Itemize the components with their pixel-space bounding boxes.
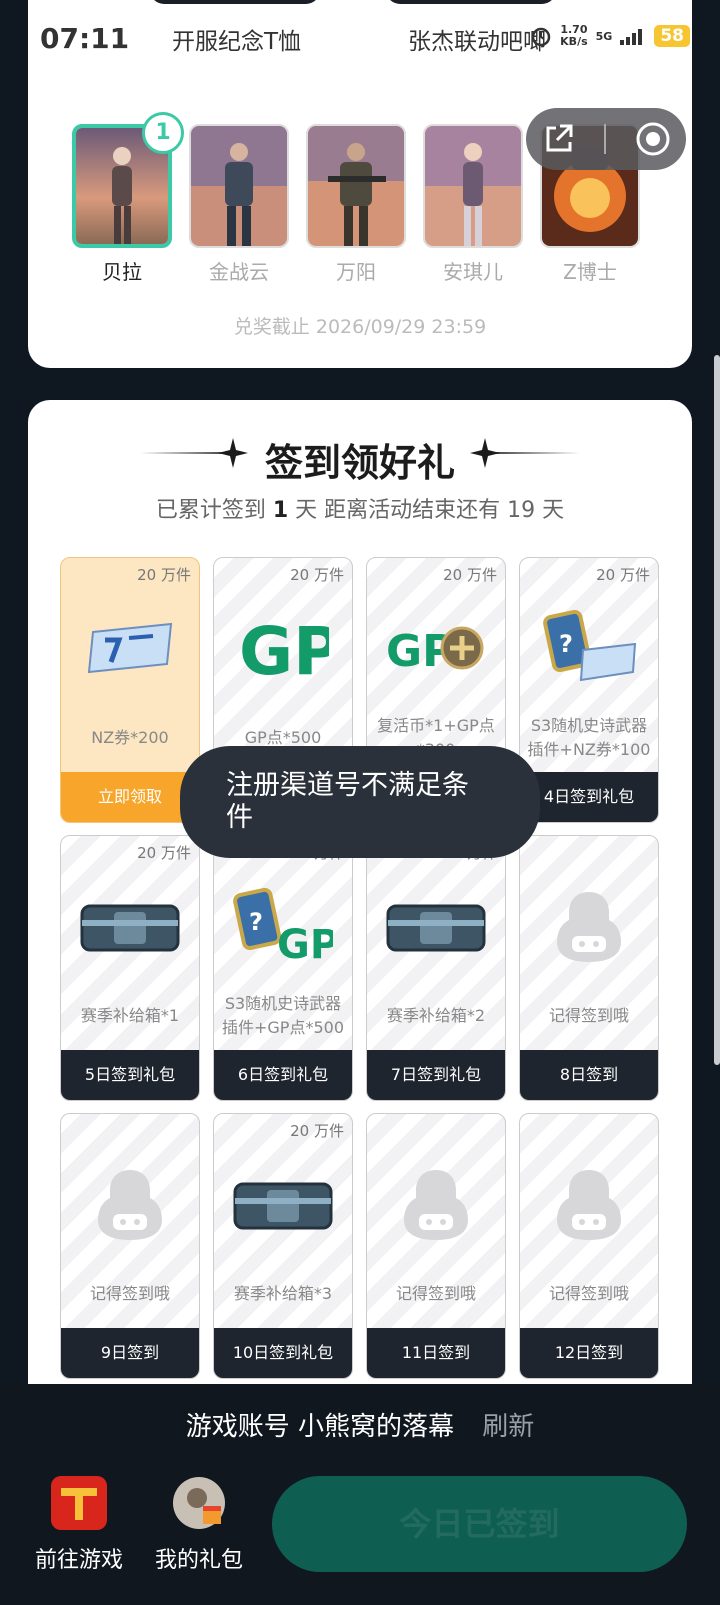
gift-day-label: 6日签到礼包 xyxy=(214,1050,352,1100)
gp-icon: GP xyxy=(214,598,352,698)
gift-card[interactable]: 记得签到哦 12日签到 xyxy=(519,1113,659,1379)
character-item[interactable]: 万阳 xyxy=(306,124,406,285)
record-icon[interactable] xyxy=(635,121,671,157)
character-jin-portrait xyxy=(189,124,289,248)
status-bar: 07:11 开服纪念T恤 张杰联动吧唧 1.70 KB/s 5G 58 xyxy=(0,0,720,80)
claim-now-button[interactable]: 立即领取 xyxy=(61,772,199,822)
refresh-link[interactable]: 刷新 xyxy=(482,1412,534,1442)
gift-card[interactable]: 记得签到哦 8日签到 xyxy=(519,835,659,1101)
bottom-bar: 游戏账号 小熊窝的落幕 刷新 前往游戏 我的礼包 今日已签到 xyxy=(0,1384,720,1605)
mascot-placeholder-icon xyxy=(520,876,658,976)
character-item[interactable]: 安琪儿 xyxy=(423,124,523,285)
gift-grid: 20 万件NZ券*200立即领取20 万件GPGP点*5002日签到礼包20 万… xyxy=(60,557,659,1379)
gift-day-label: 8日签到 xyxy=(520,1050,658,1100)
weapon-plugin-ticket-icon: ? xyxy=(520,598,658,698)
signed-today-button[interactable]: 今日已签到 xyxy=(272,1476,687,1572)
status-time: 07:11 xyxy=(40,22,130,55)
redeem-deadline: 兑奖截止 2026/09/29 23:59 xyxy=(233,316,487,338)
mascot-placeholder-icon xyxy=(367,1154,505,1254)
gift-avatar-icon xyxy=(173,1477,225,1529)
character-name: 万阳 xyxy=(336,260,376,284)
gift-day-label: 7日签到礼包 xyxy=(367,1050,505,1100)
selection-badge: 1 xyxy=(142,112,184,154)
gift-quantity: 20 万件 xyxy=(290,566,344,584)
supply-crate-icon xyxy=(61,876,199,976)
go-game-label: 前往游戏 xyxy=(34,1548,123,1573)
gift-label: 记得签到哦 xyxy=(395,1284,476,1303)
gift-day-label: 12日签到 xyxy=(520,1328,658,1378)
floating-controls xyxy=(526,108,686,170)
gift-label: 记得签到哦 xyxy=(548,1284,629,1303)
character-wanyang-portrait xyxy=(306,124,406,248)
gift-day-label: 9日签到 xyxy=(61,1328,199,1378)
gift-label: S3随机史诗武器 插件+GP点*500 xyxy=(222,994,344,1037)
go-game-button[interactable]: 前往游戏 xyxy=(24,1476,134,1574)
signin-progress: 已累计签到 1 天 距离活动结束还有 19 天 xyxy=(155,498,565,523)
character-name: Z博士 xyxy=(563,260,617,284)
status-icons: 1.70 KB/s 5G 58 xyxy=(530,24,690,48)
supply-crate-icon xyxy=(214,1154,352,1254)
tab-badge[interactable]: 张杰联动吧唧 xyxy=(408,22,546,56)
gift-quantity: 20 万件 xyxy=(290,1122,344,1140)
gift-card[interactable]: 20 万件赛季补给箱*1 5日签到礼包 xyxy=(60,835,200,1101)
gift-card[interactable]: 20 万件? S3随机史诗武器 插件+NZ券*100 4日签到礼包 xyxy=(519,557,659,823)
network-type: 5G xyxy=(595,29,613,43)
signal-icon xyxy=(620,29,643,45)
gift-card[interactable]: 记得签到哦 11日签到 xyxy=(366,1113,506,1379)
tab-tshirt[interactable]: 开服纪念T恤 xyxy=(172,22,301,56)
mascot-placeholder-icon xyxy=(520,1154,658,1254)
account-label: 游戏账号 xyxy=(185,1412,290,1442)
gift-card[interactable]: 记得签到哦 9日签到 xyxy=(60,1113,200,1379)
gift-label: S3随机史诗武器 插件+NZ券*100 xyxy=(527,716,651,759)
my-gifts-label: 我的礼包 xyxy=(154,1548,243,1573)
nz-ticket-icon xyxy=(61,598,199,698)
gift-label: 赛季补给箱*3 xyxy=(233,1284,333,1303)
account-row: 游戏账号 小熊窝的落幕 刷新 xyxy=(0,1406,720,1443)
gift-card[interactable]: 20 万件赛季补给箱*27日签到礼包 xyxy=(366,835,506,1101)
gift-label: 赛季补给箱*2 xyxy=(386,1006,486,1025)
mascot-placeholder-icon xyxy=(61,1154,199,1254)
gp-revive-coin-icon: GP xyxy=(367,598,505,698)
control-divider xyxy=(603,124,606,154)
gift-card[interactable]: 20 万件 NZ券*200 立即领取 xyxy=(60,557,200,823)
gift-label: NZ券*200 xyxy=(91,728,169,747)
gift-card[interactable]: 20 万件赛季补给箱*3 10日签到礼包 xyxy=(213,1113,353,1379)
svg-text:?: ? xyxy=(249,908,263,936)
gift-label: 记得签到哦 xyxy=(548,1006,629,1025)
svg-text:?: ? xyxy=(559,630,573,658)
gift-quantity: 20 万件 xyxy=(596,566,650,584)
svg-text:GP: GP xyxy=(239,613,329,684)
my-gifts-button[interactable]: 我的礼包 xyxy=(144,1476,254,1574)
supply-crate-icon xyxy=(367,876,505,976)
alarm-icon xyxy=(531,27,551,47)
weapon-plugin-gp-icon: ? GP xyxy=(214,876,352,976)
character-name: 金战云 xyxy=(209,260,269,284)
gift-day-label: 10日签到礼包 xyxy=(214,1328,352,1378)
gift-card[interactable]: 20 万件?GPS3随机史诗武器 插件+GP点*5006日签到礼包 xyxy=(213,835,353,1101)
character-angel-portrait xyxy=(423,124,523,248)
character-name: 安琪儿 xyxy=(443,260,503,284)
battery-level: 58 xyxy=(654,25,690,47)
gift-quantity: 20 万件 xyxy=(137,566,191,584)
account-name: 小熊窝的落幕 xyxy=(297,1412,454,1442)
game-logo-icon xyxy=(51,1476,107,1530)
gift-day-label: 4日签到礼包 xyxy=(520,772,658,822)
net-speed: 1.70 KB/s xyxy=(560,23,588,48)
scrollbar[interactable] xyxy=(714,355,720,1065)
svg-text:GP: GP xyxy=(277,922,333,964)
gift-quantity: 20 万件 xyxy=(443,566,497,584)
gift-label: 记得签到哦 xyxy=(89,1284,170,1303)
share-icon[interactable] xyxy=(541,122,575,156)
toast-message: 注册渠道号不满足条件 xyxy=(180,746,540,858)
character-name: 贝拉 xyxy=(102,260,142,284)
gift-quantity: 20 万件 xyxy=(137,844,191,862)
gift-day-label: 5日签到礼包 xyxy=(61,1050,199,1100)
gift-day-label: 11日签到 xyxy=(367,1328,505,1378)
signin-title: 签到领好礼 xyxy=(264,441,455,485)
character-item[interactable]: 金战云 xyxy=(189,124,289,285)
gift-label: 赛季补给箱*1 xyxy=(80,1006,180,1025)
